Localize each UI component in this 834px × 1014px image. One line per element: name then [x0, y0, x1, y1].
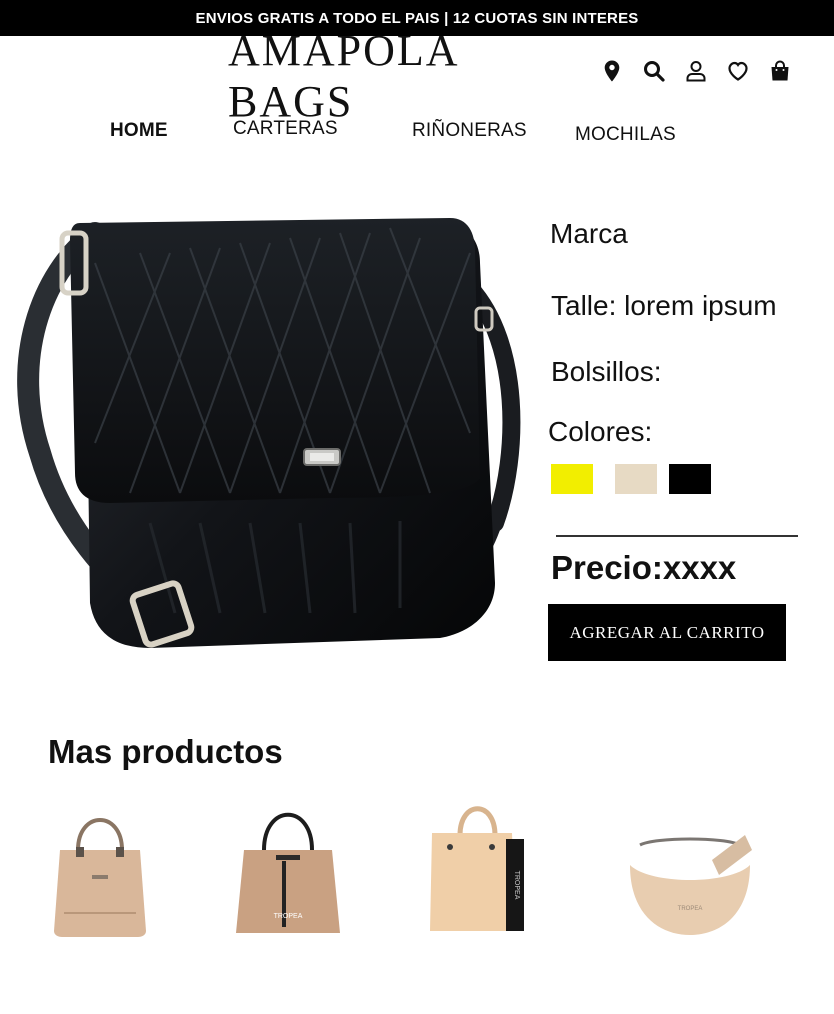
nav-item-home[interactable]: HOME: [110, 120, 168, 142]
shopping-bag-icon[interactable]: [768, 59, 792, 83]
svg-text:TROPEA: TROPEA: [678, 906, 703, 912]
info-divider: [556, 535, 798, 537]
product-thumbnail-1[interactable]: [40, 795, 160, 940]
user-icon[interactable]: [684, 59, 708, 83]
location-icon[interactable]: [600, 59, 624, 83]
product-size: Talle: lorem ipsum: [551, 290, 777, 321]
color-swatches: [551, 464, 751, 494]
product-info: Marca Talle: lorem ipsum Bolsillos: Colo…: [548, 210, 834, 670]
nav-item-mochilas[interactable]: MOCHILAS: [575, 124, 676, 146]
main-nav: HOME CARTERAS RIÑONERAS MOCHILAS: [0, 114, 834, 154]
header-icons: [600, 56, 795, 86]
brand-logo[interactable]: AMAPOLA BAGS: [228, 26, 568, 126]
svg-text:TROPEA: TROPEA: [513, 871, 520, 900]
color-swatch-beige[interactable]: [615, 464, 657, 494]
search-icon[interactable]: [642, 59, 666, 83]
svg-text:TROPEA: TROPEA: [274, 913, 303, 920]
product-thumbnail-2[interactable]: TROPEA: [232, 795, 344, 940]
product-pockets: Bolsillos:: [551, 356, 662, 387]
color-swatch-black[interactable]: [669, 464, 711, 494]
more-products-title: Mas productos: [48, 733, 283, 770]
product-thumbnail-3[interactable]: TROPEA: [420, 795, 535, 940]
product-thumbnail-4[interactable]: TROPEA: [620, 795, 760, 940]
product-brand: Marca: [550, 218, 628, 249]
nav-item-carteras[interactable]: CARTERAS: [233, 118, 338, 140]
heart-icon[interactable]: [726, 59, 750, 83]
color-swatch-yellow[interactable]: [551, 464, 593, 494]
product-price: Precio:xxxx: [551, 549, 737, 586]
colors-label: Colores:: [548, 416, 653, 447]
promo-text: ENVIOS GRATIS A TODO EL PAIS | 12 CUOTAS…: [195, 9, 639, 27]
product-main-image: [0, 193, 560, 698]
nav-item-rinoneras[interactable]: RIÑONERAS: [412, 120, 527, 142]
add-to-cart-button[interactable]: AGREGAR AL CARRITO: [548, 604, 786, 661]
